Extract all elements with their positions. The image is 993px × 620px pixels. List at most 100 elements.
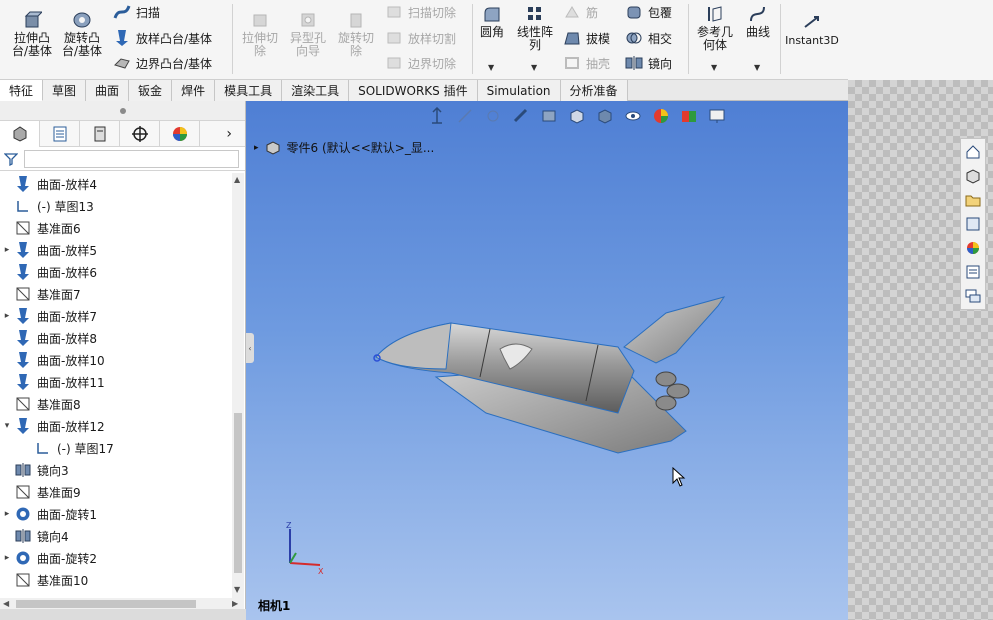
shell-button[interactable]: 抽壳 [562, 54, 610, 72]
intersect-button[interactable]: 相交 [624, 29, 672, 47]
swept-cut-button[interactable]: 扫描切除 [384, 3, 456, 21]
reference-geometry-icon [704, 4, 726, 24]
rib-label: 筋 [586, 5, 599, 20]
scroll-right-icon[interactable]: ▶ [232, 599, 238, 608]
vertical-scroll-thumb[interactable] [234, 413, 242, 573]
tree-item[interactable]: ▸ 曲面-放样5 [0, 239, 232, 261]
tree-item[interactable]: 基准面7 [0, 283, 232, 305]
expand-toggle-icon[interactable]: ▸ [0, 245, 14, 255]
display-manager-tab[interactable] [160, 120, 200, 147]
tab-analysis-preparation[interactable]: 分析准备 [560, 80, 628, 101]
tree-item[interactable]: 曲面-放样11 [0, 371, 232, 393]
revolve-boss-button[interactable]: 旋转凸 台/基体 [60, 10, 104, 58]
curves-dropdown-icon[interactable]: ▼ [754, 63, 760, 72]
extrude-cut-button[interactable]: 拉伸切 除 [238, 10, 282, 58]
tab-sketch[interactable]: 草图 [43, 80, 87, 101]
shell-icon [562, 54, 582, 72]
tree-item[interactable]: ▸ 曲面-旋转1 [0, 503, 232, 525]
draft-icon [562, 29, 582, 47]
lofted-cut-button[interactable]: 放样切割 [384, 29, 456, 47]
scroll-down-icon[interactable]: ▼ [234, 585, 240, 594]
boundary-boss-label: 边界凸台/基体 [136, 56, 213, 71]
custom-properties-icon[interactable] [963, 262, 983, 282]
chevron-right-icon[interactable]: › [200, 126, 232, 142]
fillet-dropdown-icon[interactable]: ▼ [488, 63, 494, 72]
extrude-boss-button[interactable]: 拉伸凸 台/基体 [10, 10, 54, 58]
expand-toggle-icon[interactable]: ▸ [0, 311, 14, 321]
tab-render-tools[interactable]: 渲染工具 [282, 80, 350, 101]
appearances-icon[interactable] [963, 238, 983, 258]
design-library-icon[interactable] [963, 166, 983, 186]
tree-item[interactable]: 曲面-放样6 [0, 261, 232, 283]
instant3d-button[interactable]: Instant3D [782, 12, 842, 47]
tree-item[interactable]: 基准面10 [0, 569, 232, 591]
panel-grip[interactable] [0, 101, 245, 121]
boundary-cut-button[interactable]: 边界切除 [384, 54, 456, 72]
mirror-button[interactable]: 镜向 [624, 54, 672, 72]
tree-item[interactable]: 曲面-放样10 [0, 349, 232, 371]
expand-toggle-icon[interactable]: ▸ [0, 553, 14, 563]
reference-geometry-dropdown-icon[interactable]: ▼ [711, 63, 717, 72]
mirror-icon [14, 461, 32, 479]
loft-surface-icon [14, 241, 32, 259]
rib-button[interactable]: 筋 [562, 3, 598, 21]
tab-surfaces[interactable]: 曲面 [86, 80, 130, 101]
tab-simulation[interactable]: Simulation [477, 80, 561, 101]
lofted-cut-icon [384, 29, 404, 47]
tree-item[interactable]: ▾ 曲面-放样12 [0, 415, 232, 437]
tab-mold-tools[interactable]: 模具工具 [215, 80, 283, 101]
intersect-label: 相交 [648, 31, 673, 46]
tab-solidworks-addins[interactable]: SOLIDWORKS 插件 [349, 80, 478, 101]
forum-icon[interactable] [963, 286, 983, 306]
fillet-button[interactable]: 圆角 [476, 4, 508, 39]
tree-item[interactable]: 镜向4 [0, 525, 232, 547]
horizontal-scroll-thumb[interactable] [16, 600, 196, 608]
loft-boss-icon [112, 29, 132, 47]
home-icon[interactable] [963, 142, 983, 162]
linear-pattern-icon [524, 4, 546, 24]
shuttle-model[interactable] [246, 101, 848, 620]
graphics-area[interactable]: ‹ ▸ 零件6 (默认<<默认>_显... Z X 相机1 [246, 101, 848, 620]
tree-item[interactable]: (-) 草图17 [0, 437, 232, 459]
filter-input[interactable] [24, 149, 239, 168]
filter-icon[interactable] [4, 152, 18, 166]
tree-item[interactable]: 镜向3 [0, 459, 232, 481]
tree-item[interactable]: 基准面9 [0, 481, 232, 503]
scroll-left-icon[interactable]: ◀ [3, 599, 9, 608]
curves-button[interactable]: 曲线 [740, 4, 776, 39]
wrap-button[interactable]: 包覆 [624, 3, 672, 21]
tree-item[interactable]: ▸ 曲面-旋转2 [0, 547, 232, 569]
tree-item-label: 曲面-旋转1 [37, 507, 97, 522]
hole-wizard-button[interactable]: 异型孔 向导 [286, 10, 330, 58]
file-explorer-icon[interactable] [963, 190, 983, 210]
linear-pattern-button[interactable]: 线性阵 列 [514, 4, 556, 52]
tree-item[interactable]: 基准面8 [0, 393, 232, 415]
tree-item[interactable]: ▸ 曲面-放样7 [0, 305, 232, 327]
property-manager-tab[interactable] [40, 120, 80, 147]
linear-pattern-dropdown-icon[interactable]: ▼ [531, 63, 537, 72]
configuration-manager-tab[interactable] [80, 120, 120, 147]
reference-geometry-button[interactable]: 参考几 何体 [694, 4, 736, 52]
view-palette-icon[interactable] [963, 214, 983, 234]
dimxpert-manager-tab[interactable] [120, 120, 160, 147]
tree-item[interactable]: (-) 草图13 [0, 195, 232, 217]
loft-surface-icon [14, 307, 32, 325]
tree-item[interactable]: 曲面-放样8 [0, 327, 232, 349]
tree-item[interactable]: 曲面-放样4 [0, 173, 232, 195]
feature-manager-tab[interactable] [0, 120, 40, 147]
tab-sheet-metal[interactable]: 钣金 [129, 80, 173, 101]
expand-toggle-icon[interactable]: ▾ [0, 421, 14, 431]
scroll-up-icon[interactable]: ▲ [234, 175, 240, 184]
boundary-boss-button[interactable]: 边界凸台/基体 [112, 54, 212, 72]
manager-tabs: › [0, 120, 245, 147]
tab-weldments[interactable]: 焊件 [172, 80, 216, 101]
draft-button[interactable]: 拔模 [562, 29, 610, 47]
filter-bar [0, 147, 245, 171]
loft-boss-button[interactable]: 放样凸台/基体 [112, 29, 212, 47]
tab-features[interactable]: 特征 [0, 80, 44, 101]
expand-toggle-icon[interactable]: ▸ [0, 509, 14, 519]
revolve-cut-button[interactable]: 旋转切 除 [334, 10, 378, 58]
sweep-button[interactable]: 扫描 [112, 3, 160, 21]
vertical-scrollbar[interactable]: ▲ ▼ [232, 173, 244, 599]
tree-item[interactable]: 基准面6 [0, 217, 232, 239]
